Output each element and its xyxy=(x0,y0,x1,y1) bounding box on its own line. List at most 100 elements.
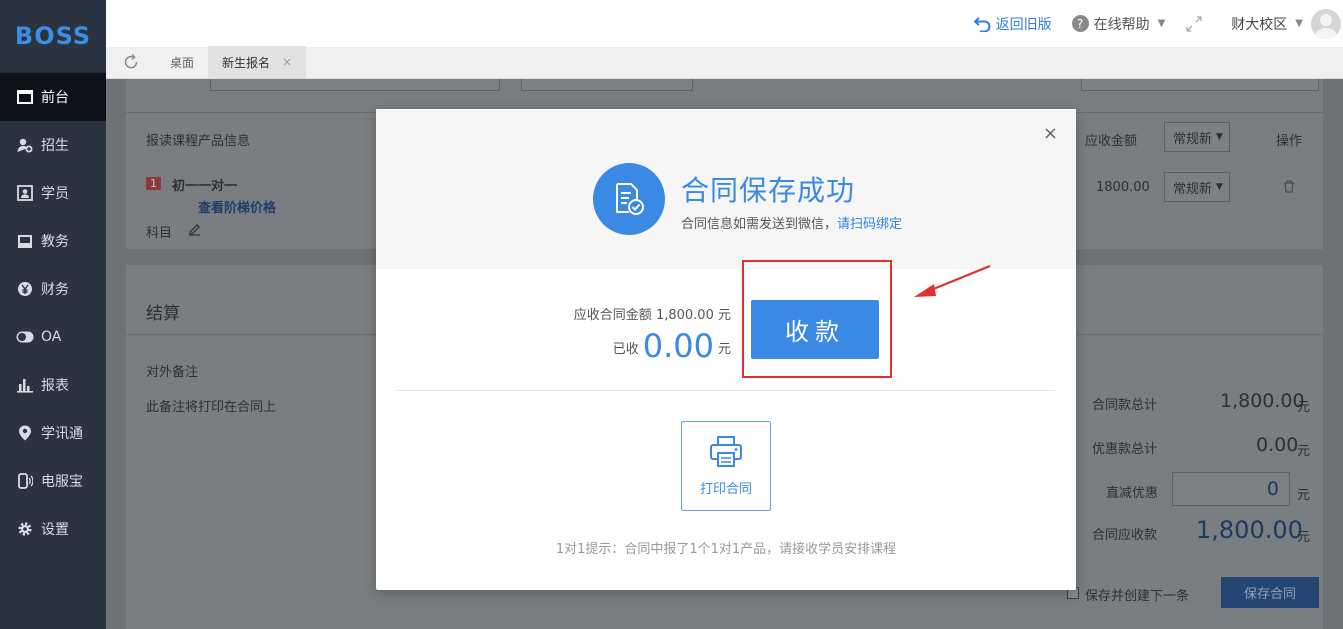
online-help-menu[interactable]: ? 在线帮助 ▼ xyxy=(1071,14,1165,34)
type-select-label: 常规新 xyxy=(1173,181,1213,197)
brand-logo[interactable]: BOSS xyxy=(0,0,106,73)
remark-hint: 此备注将打印在合同上 xyxy=(146,400,277,415)
print-contract-label: 打印合同 xyxy=(699,481,752,497)
contract-saved-dialog: × 合同保存成功 合同信息如需发送到微信，请扫码绑定 应收合同金额 1,800.… xyxy=(376,109,1076,590)
sidebar-item-label: 前台 xyxy=(41,90,69,106)
sidebar-item-oa[interactable]: OA xyxy=(0,313,106,361)
unit: 元 xyxy=(1297,530,1311,545)
tier-price-link: 查看阶梯价格 xyxy=(198,201,277,216)
unit: 元 xyxy=(717,342,731,357)
tab-label: 桌面 xyxy=(170,55,195,70)
fullscreen-icon[interactable] xyxy=(1185,15,1203,33)
sidebar-item-enrollment[interactable]: 招生 xyxy=(0,121,106,169)
unit: 元 xyxy=(1297,400,1311,415)
scan-bind-link[interactable]: 请扫码绑定 xyxy=(837,217,902,232)
receivable-value: 1,800.00 xyxy=(1196,516,1303,544)
direct-discount-value: 0 xyxy=(1266,478,1279,500)
due-amount-value: 1,800.00 xyxy=(655,308,714,323)
toggle-icon xyxy=(16,328,34,346)
discount-total-label: 优惠款总计 xyxy=(1092,442,1158,457)
campus-label: 财大校区 xyxy=(1231,16,1288,33)
row-subject-label: 科目 xyxy=(146,226,173,241)
help-icon: ? xyxy=(1071,15,1089,32)
col-amount-header: 应收金额 xyxy=(1085,134,1138,149)
refresh-icon[interactable] xyxy=(106,46,156,78)
monitor-icon xyxy=(16,88,34,106)
tab-new-enrollment[interactable]: 新生报名 × xyxy=(208,46,307,78)
tab-label: 新生报名 xyxy=(222,55,271,70)
sidebar-item-label: 教务 xyxy=(41,234,69,250)
trash-icon xyxy=(1283,180,1295,197)
due-amount-line: 应收合同金额 1,800.00 元 xyxy=(574,304,731,323)
col-op-header: 操作 xyxy=(1276,134,1303,149)
tab-close-icon[interactable]: × xyxy=(282,55,292,69)
close-icon[interactable]: × xyxy=(1043,123,1058,144)
dialog-title: 合同保存成功 xyxy=(681,174,856,207)
print-contract-button[interactable]: 打印合同 xyxy=(681,421,771,511)
sidebar-item-reports[interactable]: 报表 xyxy=(0,361,106,409)
contract-success-icon xyxy=(593,163,665,235)
contract-total-value: 1,800.00 xyxy=(1220,390,1305,412)
row-type-select: 常规新 ▼ xyxy=(1164,172,1230,202)
row-course-name: 初一一对一 xyxy=(172,179,238,194)
location-icon xyxy=(16,424,34,442)
col-product-header: 报读课程产品信息 xyxy=(146,134,251,149)
avatar[interactable] xyxy=(1311,8,1341,39)
one-on-one-tip: 1对1提示：合同中报了1个1对1产品，请接收学员安排课程 xyxy=(555,542,897,557)
sidebar-item-label: 学员 xyxy=(41,186,69,202)
sidebar-item-label: 报表 xyxy=(41,378,69,394)
sidebar-item-messaging[interactable]: 学讯通 xyxy=(0,409,106,457)
top-header: 返回旧版 ? 在线帮助 ▼ 财大校区 ▼ xyxy=(106,0,1343,47)
amount-summary: 应收合同金额 1,800.00 元 已收 0.00 元 xyxy=(574,304,731,365)
back-to-old-version-link[interactable]: 返回旧版 xyxy=(973,14,1052,34)
paid-amount-value: 0.00 xyxy=(642,327,714,365)
dialog-subtitle: 合同信息如需发送到微信，请扫码绑定 xyxy=(681,213,902,232)
campus-selector[interactable]: 财大校区 ▼ xyxy=(1231,14,1303,34)
save-new-label: 保存并创建下一条 xyxy=(1085,589,1190,604)
gear-icon xyxy=(16,520,34,538)
sidebar-item-label: 招生 xyxy=(41,138,69,154)
caret-down-icon: ▼ xyxy=(1295,18,1303,29)
user-add-icon xyxy=(16,136,34,154)
sidebar-item-label: 学讯通 xyxy=(41,426,83,442)
book-icon xyxy=(16,232,34,250)
type-select-header: 常规新 ▼ xyxy=(1164,122,1230,152)
paid-amount-label: 已收 xyxy=(612,342,639,357)
row-index-badge: 1 xyxy=(146,177,161,190)
due-amount-label: 应收合同金额 xyxy=(573,308,652,323)
undo-icon xyxy=(973,16,992,32)
unit: 元 xyxy=(717,308,731,323)
settlement-title: 结算 xyxy=(146,304,180,324)
printer-icon xyxy=(709,435,743,472)
row-amount: 1800.00 xyxy=(1096,180,1150,195)
tab-bar: 桌面 新生报名 × xyxy=(106,46,1343,79)
divider xyxy=(397,390,1055,391)
direct-discount-input: 0 xyxy=(1172,472,1290,506)
id-card-icon xyxy=(16,184,34,202)
save-contract-button: 保存合同 xyxy=(1221,577,1319,608)
annotation-arrow-icon xyxy=(914,264,991,297)
phone-icon xyxy=(16,472,34,490)
sidebar-item-settings[interactable]: 设置 xyxy=(0,505,106,553)
sidebar-item-label: 设置 xyxy=(41,522,69,538)
gift-search-input xyxy=(1081,79,1319,91)
collect-payment-button[interactable]: 收款 xyxy=(751,300,879,359)
caret-down-icon: ▼ xyxy=(1216,132,1223,142)
course-package-select xyxy=(521,79,693,91)
dialog-header: × 合同保存成功 合同信息如需发送到微信，请扫码绑定 xyxy=(376,109,1076,269)
discount-total-value: 0.00 xyxy=(1256,434,1299,456)
sidebar-item-academic[interactable]: 教务 xyxy=(0,217,106,265)
yen-icon xyxy=(16,280,34,298)
sidebar-item-phone-service[interactable]: 电服宝 xyxy=(0,457,106,505)
unit: 元 xyxy=(1297,444,1311,459)
sidebar-item-front-desk[interactable]: 前台 xyxy=(0,73,106,121)
contract-total-label: 合同款总计 xyxy=(1092,398,1158,413)
type-select-label: 常规新 xyxy=(1173,131,1213,147)
receivable-label: 合同应收款 xyxy=(1092,528,1158,543)
remark-label: 对外备注 xyxy=(146,365,199,380)
sidebar-item-label: OA xyxy=(41,329,62,345)
sidebar-item-finance[interactable]: 财务 xyxy=(0,265,106,313)
sidebar-item-students[interactable]: 学员 xyxy=(0,169,106,217)
dialog-subtitle-text: 合同信息如需发送到微信， xyxy=(681,217,838,232)
tab-desktop[interactable]: 桌面 xyxy=(156,46,208,78)
